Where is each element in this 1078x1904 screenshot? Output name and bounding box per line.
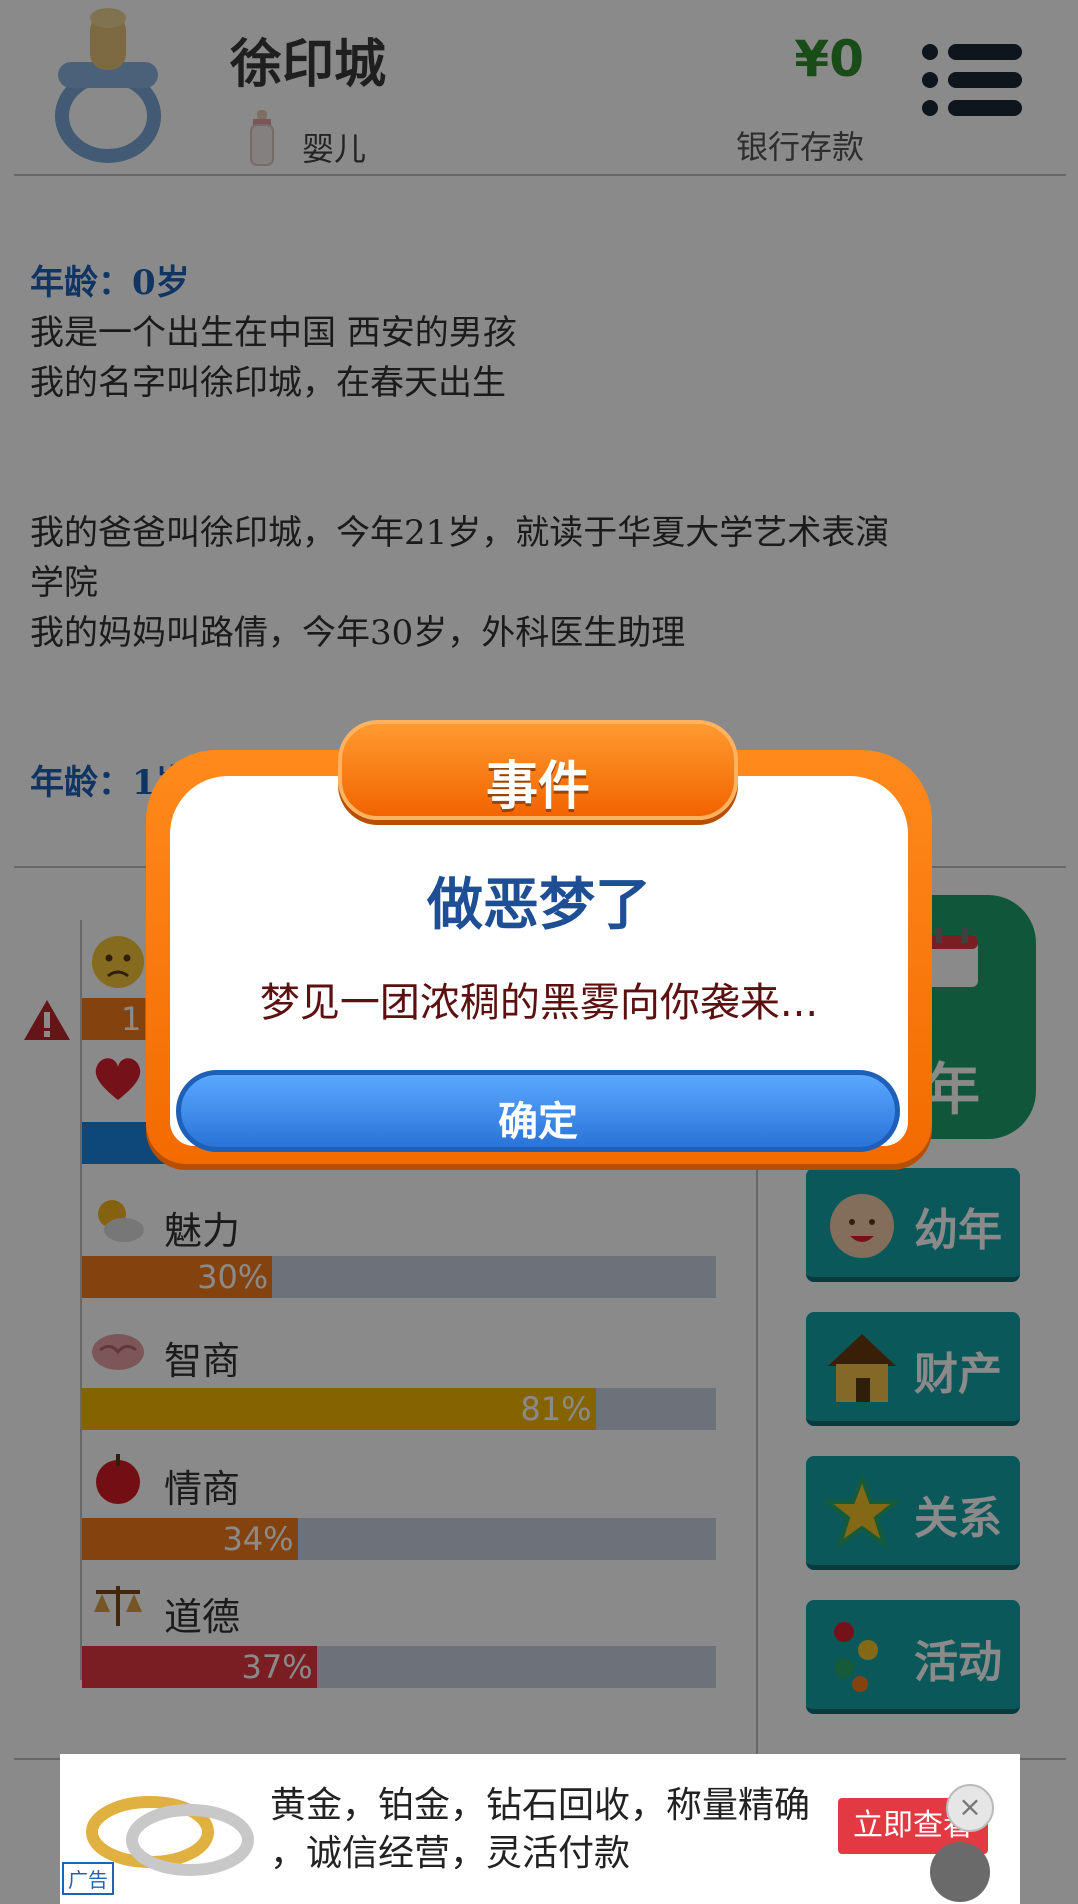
event-dialog: 事件 做恶梦了 梦见一团浓稠的黑雾向你袭来... 确定: [146, 720, 932, 1164]
dialog-title: 做恶梦了: [427, 873, 651, 938]
ad-line: ，诚信经营，灵活付款: [270, 1833, 631, 1874]
ad-line: 黄金，铂金，钻石回收，称量精确: [270, 1785, 811, 1826]
dialog-tab: 事件: [338, 720, 738, 820]
ok-button-label: 确定: [498, 1099, 578, 1145]
dialog-message: 梦见一团浓稠的黑雾向你袭来...: [259, 980, 819, 1026]
ad-tag: 广告: [62, 1862, 114, 1895]
ad-badge-icon: [930, 1842, 990, 1902]
dialog-tab-label: 事件: [485, 757, 590, 817]
ad-close-button[interactable]: ×: [946, 1784, 994, 1832]
ok-button[interactable]: 确定: [176, 1070, 900, 1152]
ad-banner[interactable]: 广告 黄金，铂金，钻石回收，称量精确 ，诚信经营，灵活付款 立即查看 ×: [60, 1754, 1020, 1904]
ad-text: 黄金，铂金，钻石回收，称量精确 ，诚信经营，灵活付款: [270, 1782, 870, 1878]
